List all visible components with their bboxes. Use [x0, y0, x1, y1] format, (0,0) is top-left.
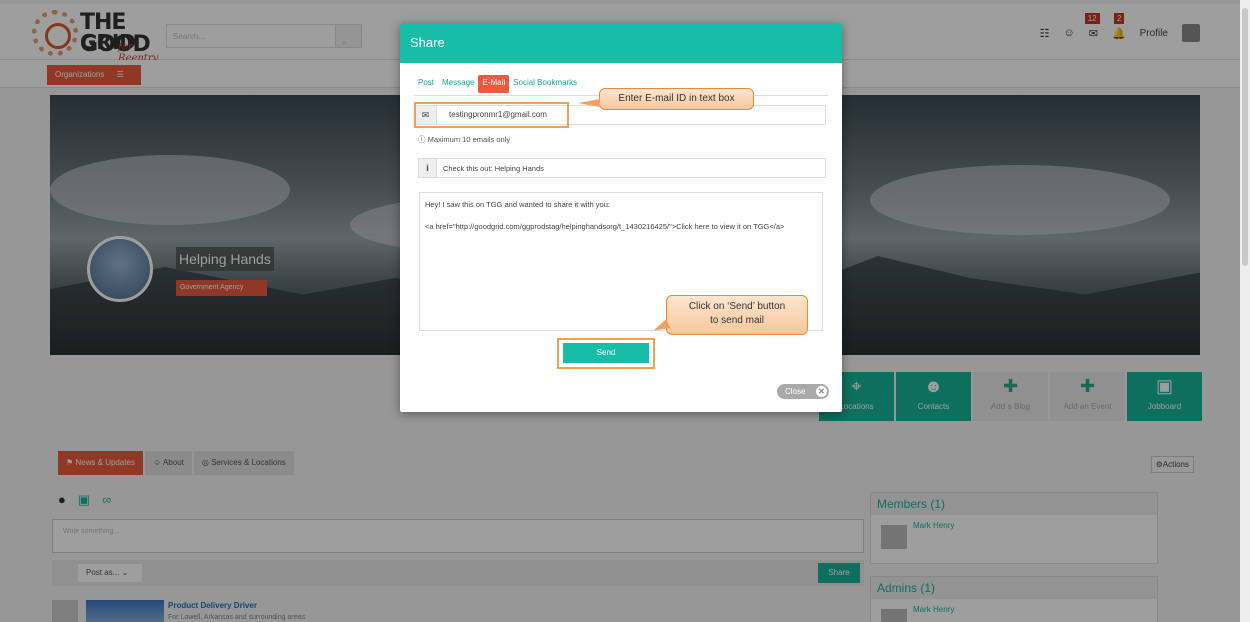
email-note: ⓘ Maximum 10 emails only [418, 134, 510, 145]
scrollbar-thumb[interactable] [1242, 8, 1248, 266]
page-scrollbar[interactable] [1240, 0, 1250, 622]
info-circle-icon: ⓘ [418, 135, 426, 144]
email-callout: Enter E-mail ID in text box [578, 88, 754, 110]
send-callout-line: Click on ‘Send’ button [688, 301, 786, 312]
subject-field[interactable]: i Check this out: Helping Hands [418, 158, 826, 178]
close-label: Close [785, 387, 806, 396]
send-callout: Click on ‘Send’ button to send mail [666, 295, 808, 335]
modal-title: Share [400, 23, 842, 63]
share-modal: Share Post Message E-Mail Social Bookmar… [400, 23, 842, 412]
send-callout-line: to send mail [710, 315, 764, 326]
message-line: Hey! I saw this on TGG and wanted to sha… [425, 200, 610, 209]
send-button[interactable]: Send [563, 343, 649, 363]
email-highlight-box [414, 102, 569, 128]
message-line: <a href="http://goodgrid.com/ggprodstag/… [425, 222, 785, 231]
subject-value: Check this out: Helping Hands [443, 164, 544, 173]
tab-email[interactable]: E-Mail [478, 75, 510, 93]
tab-message[interactable]: Message [438, 75, 478, 93]
tab-social-bookmarks[interactable]: Social Bookmarks [509, 75, 581, 93]
email-note-text: Maximum 10 emails only [427, 135, 511, 144]
info-icon: i [419, 159, 437, 177]
close-icon: ✕ [816, 386, 827, 397]
close-button[interactable]: Close ✕ [777, 384, 829, 399]
tab-post[interactable]: Post [414, 75, 438, 93]
